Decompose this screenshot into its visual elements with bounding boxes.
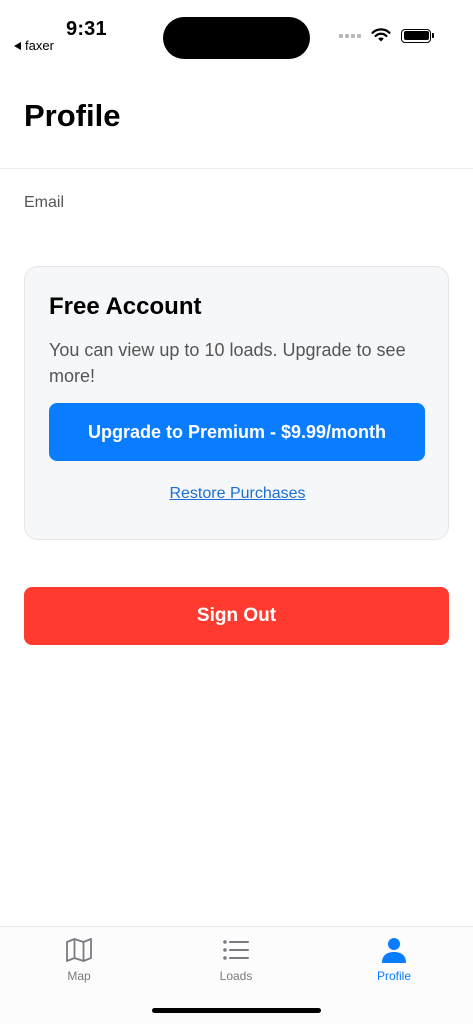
back-triangle-icon <box>14 41 21 50</box>
person-icon <box>380 935 408 965</box>
email-label: Email <box>24 194 65 211</box>
tab-profile-label: Profile <box>376 969 411 983</box>
upgrade-premium-button[interactable]: Upgrade to Premium - $9.99/month <box>49 403 425 461</box>
header-divider <box>0 168 473 169</box>
account-description: You can view up to 10 loads. Upgrade to … <box>49 340 406 386</box>
tab-map-label: Map <box>67 969 91 983</box>
cellular-signal-icon <box>339 33 361 38</box>
list-icon <box>222 935 250 965</box>
tab-profile[interactable]: Profile <box>334 935 454 983</box>
tab-map[interactable]: Map <box>19 935 139 983</box>
wifi-icon <box>371 28 391 42</box>
home-indicator[interactable] <box>152 1008 321 1013</box>
map-icon <box>65 935 93 965</box>
back-to-app-button[interactable]: faxer <box>14 38 54 53</box>
profile-screen: 9:31 faxer Profile Email Free Account Yo… <box>0 0 473 1024</box>
dynamic-island <box>163 17 310 59</box>
account-card: Free Account You can view up to 10 loads… <box>24 266 449 540</box>
tab-loads-label: Loads <box>219 969 253 983</box>
restore-purchases-link[interactable]: Restore Purchases <box>25 485 450 503</box>
account-type-title: Free Account <box>49 293 202 320</box>
tab-loads[interactable]: Loads <box>176 935 296 983</box>
page-title: Profile <box>24 98 121 133</box>
battery-icon <box>401 28 434 43</box>
status-indicators <box>339 28 434 43</box>
status-time: 9:31 <box>66 18 107 40</box>
sign-out-button[interactable]: Sign Out <box>24 587 449 645</box>
back-app-label: faxer <box>25 38 54 53</box>
